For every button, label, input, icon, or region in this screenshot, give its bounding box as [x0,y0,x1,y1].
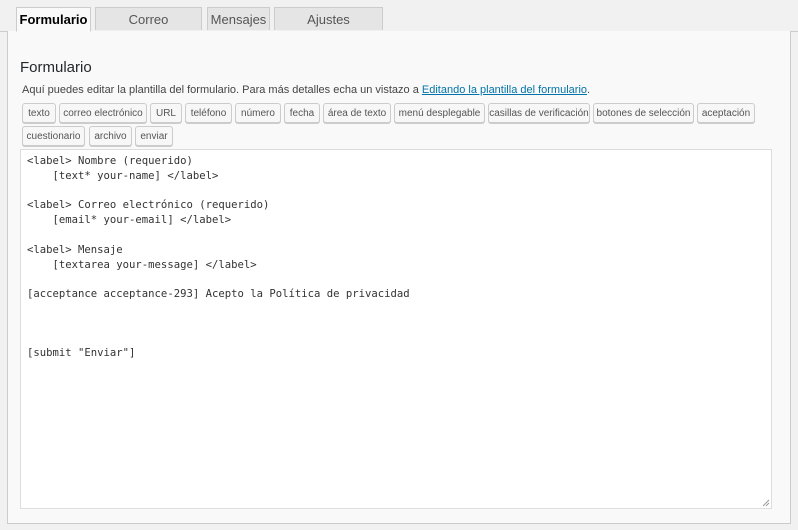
tab-mensajes[interactable]: Mensajes [207,7,270,30]
tag-button-area-de-texto[interactable]: área de texto [323,103,391,123]
tag-button-cuestionario[interactable]: cuestionario [22,126,85,146]
tab-correo-electronico[interactable]: Correo electrónico [95,7,202,50]
tag-button-texto[interactable]: texto [22,103,56,123]
description-text: Aquí puedes editar la plantilla del form… [22,84,422,96]
tag-button-correo-electronico[interactable]: correo electrónico [59,103,147,123]
form-panel: Formulario Aquí puedes editar la plantil… [7,31,791,524]
tab-label: Formulario [19,12,88,27]
tag-button-fecha[interactable]: fecha [284,103,320,123]
tab-label: Mensajes [210,12,267,27]
tag-button-url[interactable]: URL [150,103,182,123]
tab-formulario[interactable]: Formulario [16,7,91,32]
tab-ajustes-adicionales[interactable]: Ajustes adicionales [274,7,383,50]
description-suffix: . [587,84,591,96]
panel-title: Formulario [20,59,92,76]
tag-button-telefono[interactable]: teléfono [185,103,232,123]
page-footer-strip [0,524,798,530]
tag-button-menu-desplegable[interactable]: menú desplegable [394,103,485,123]
form-template-editor[interactable]: <label> Nombre (requerido) [text* your-n… [20,149,772,509]
form-template-text[interactable]: <label> Nombre (requerido) [text* your-n… [21,150,771,365]
tag-button-enviar[interactable]: enviar [135,126,173,146]
tag-button-numero[interactable]: número [235,103,281,123]
tag-button-casillas-de-verificacion[interactable]: casillas de verificación [488,103,590,123]
tag-button-botones-de-seleccion[interactable]: botones de selección [593,103,694,123]
form-tabs: Formulario Correo electrónico Mensajes A… [0,0,798,50]
resize-grip-icon[interactable] [761,498,770,507]
help-link[interactable]: Editando la plantilla del formulario [422,84,587,96]
panel-description: Aquí puedes editar la plantilla del form… [22,84,590,96]
tag-button-aceptacion[interactable]: aceptación [697,103,755,123]
tag-button-archivo[interactable]: archivo [89,126,132,146]
